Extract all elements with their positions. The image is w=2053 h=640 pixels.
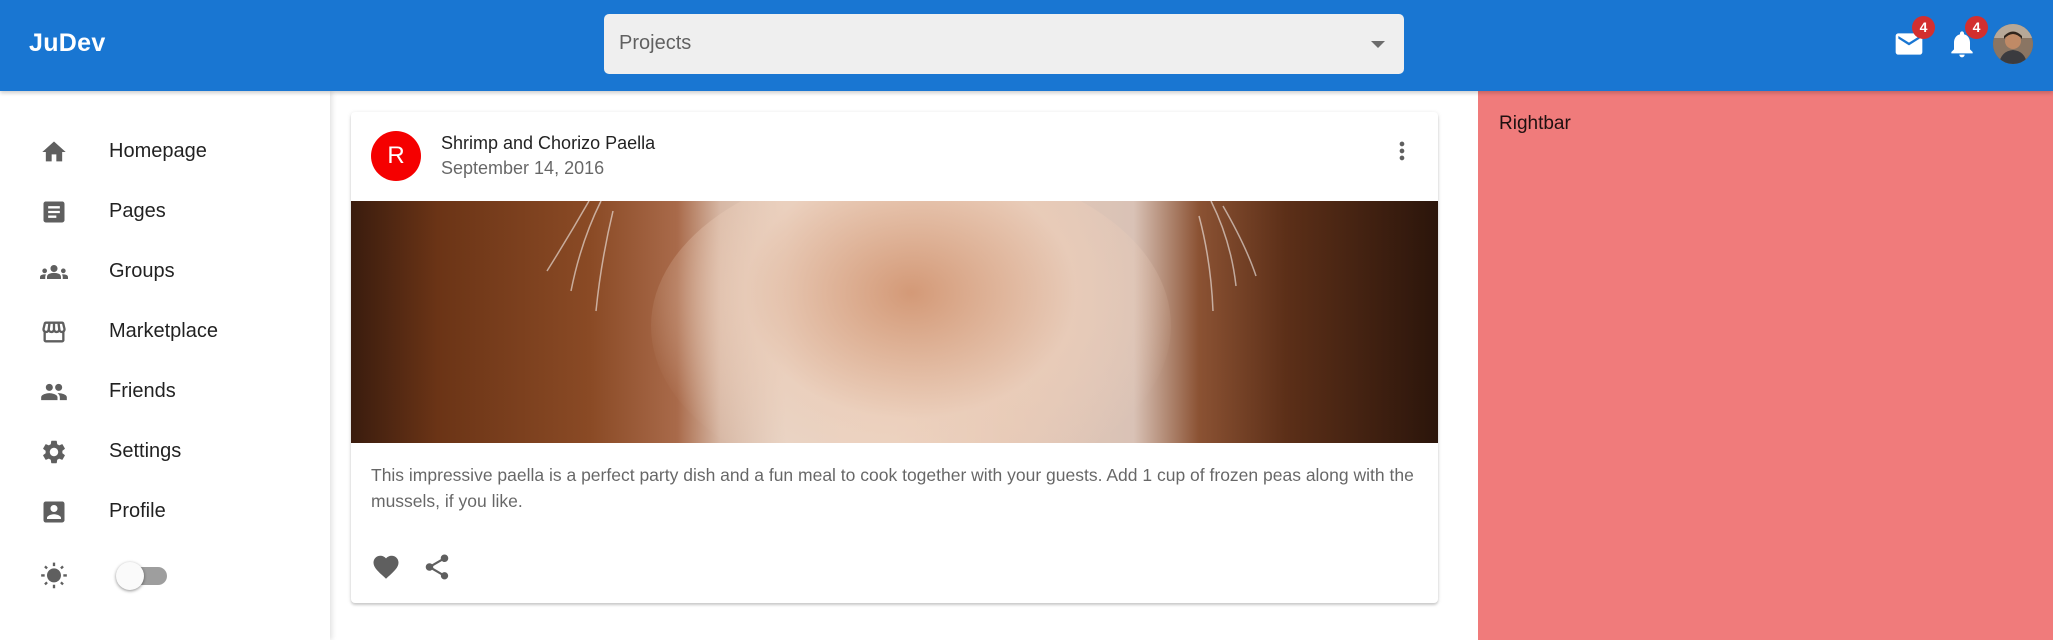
toggle-thumb[interactable] [116, 562, 144, 590]
sidebar-item-friends[interactable]: Friends [0, 364, 330, 420]
search-select[interactable]: Projects [604, 14, 1404, 74]
sidebar-item-marketplace[interactable]: Marketplace [0, 304, 330, 360]
sidebar-item-label: Groups [109, 260, 175, 282]
notifications-badge: 4 [1965, 16, 1988, 39]
post-avatar: R [371, 131, 421, 181]
like-button[interactable] [371, 552, 401, 582]
more-vert-icon [1388, 137, 1416, 165]
sidebar: Homepage Pages Groups Marketplace Friend… [0, 91, 330, 640]
rightbar-label: Rightbar [1499, 113, 1571, 134]
sidebar-item-label: Settings [109, 440, 182, 462]
post-title: Shrimp and Chorizo Paella [441, 133, 656, 153]
heart-icon [371, 552, 401, 582]
sidebar-item-label: Homepage [109, 140, 207, 162]
home-icon [40, 138, 68, 166]
avatar[interactable] [1993, 24, 2033, 64]
more-options-button[interactable] [1388, 137, 1416, 165]
groups-icon [40, 258, 68, 286]
post-description: This impressive paella is a perfect part… [371, 465, 1414, 511]
sidebar-item-profile[interactable]: Profile [0, 484, 330, 540]
post-card: R Shrimp and Chorizo Paella September 14… [351, 112, 1438, 603]
sidebar-item-label: Profile [109, 500, 166, 522]
mail-button[interactable]: 4 [1893, 16, 1935, 60]
share-icon [422, 552, 452, 582]
sidebar-item-pages[interactable]: Pages [0, 184, 330, 240]
sidebar-item-settings[interactable]: Settings [0, 424, 330, 480]
app-bar: JuDev Projects 4 4 [0, 0, 2053, 91]
account-box-icon [40, 498, 68, 526]
rightbar: Rightbar [1478, 91, 2053, 640]
mail-badge: 4 [1912, 16, 1935, 39]
sidebar-item-label: Pages [109, 200, 166, 222]
sidebar-item-label: Marketplace [109, 320, 218, 342]
sun-icon [40, 562, 68, 590]
post-date: September 14, 2016 [441, 158, 605, 178]
share-button[interactable] [422, 552, 452, 582]
people-icon [40, 378, 68, 406]
post-image [351, 201, 1438, 443]
sidebar-item-homepage[interactable]: Homepage [0, 124, 330, 180]
sidebar-item-groups[interactable]: Groups [0, 244, 330, 300]
gear-icon [40, 438, 68, 466]
article-icon [40, 198, 68, 226]
sidebar-item-label: Friends [109, 380, 176, 402]
app-logo[interactable]: JuDev [29, 29, 106, 58]
search-select-value: Projects [619, 32, 692, 54]
notifications-button[interactable]: 4 [1946, 16, 1988, 60]
storefront-icon [40, 318, 68, 346]
chevron-down-icon[interactable] [1371, 41, 1385, 48]
